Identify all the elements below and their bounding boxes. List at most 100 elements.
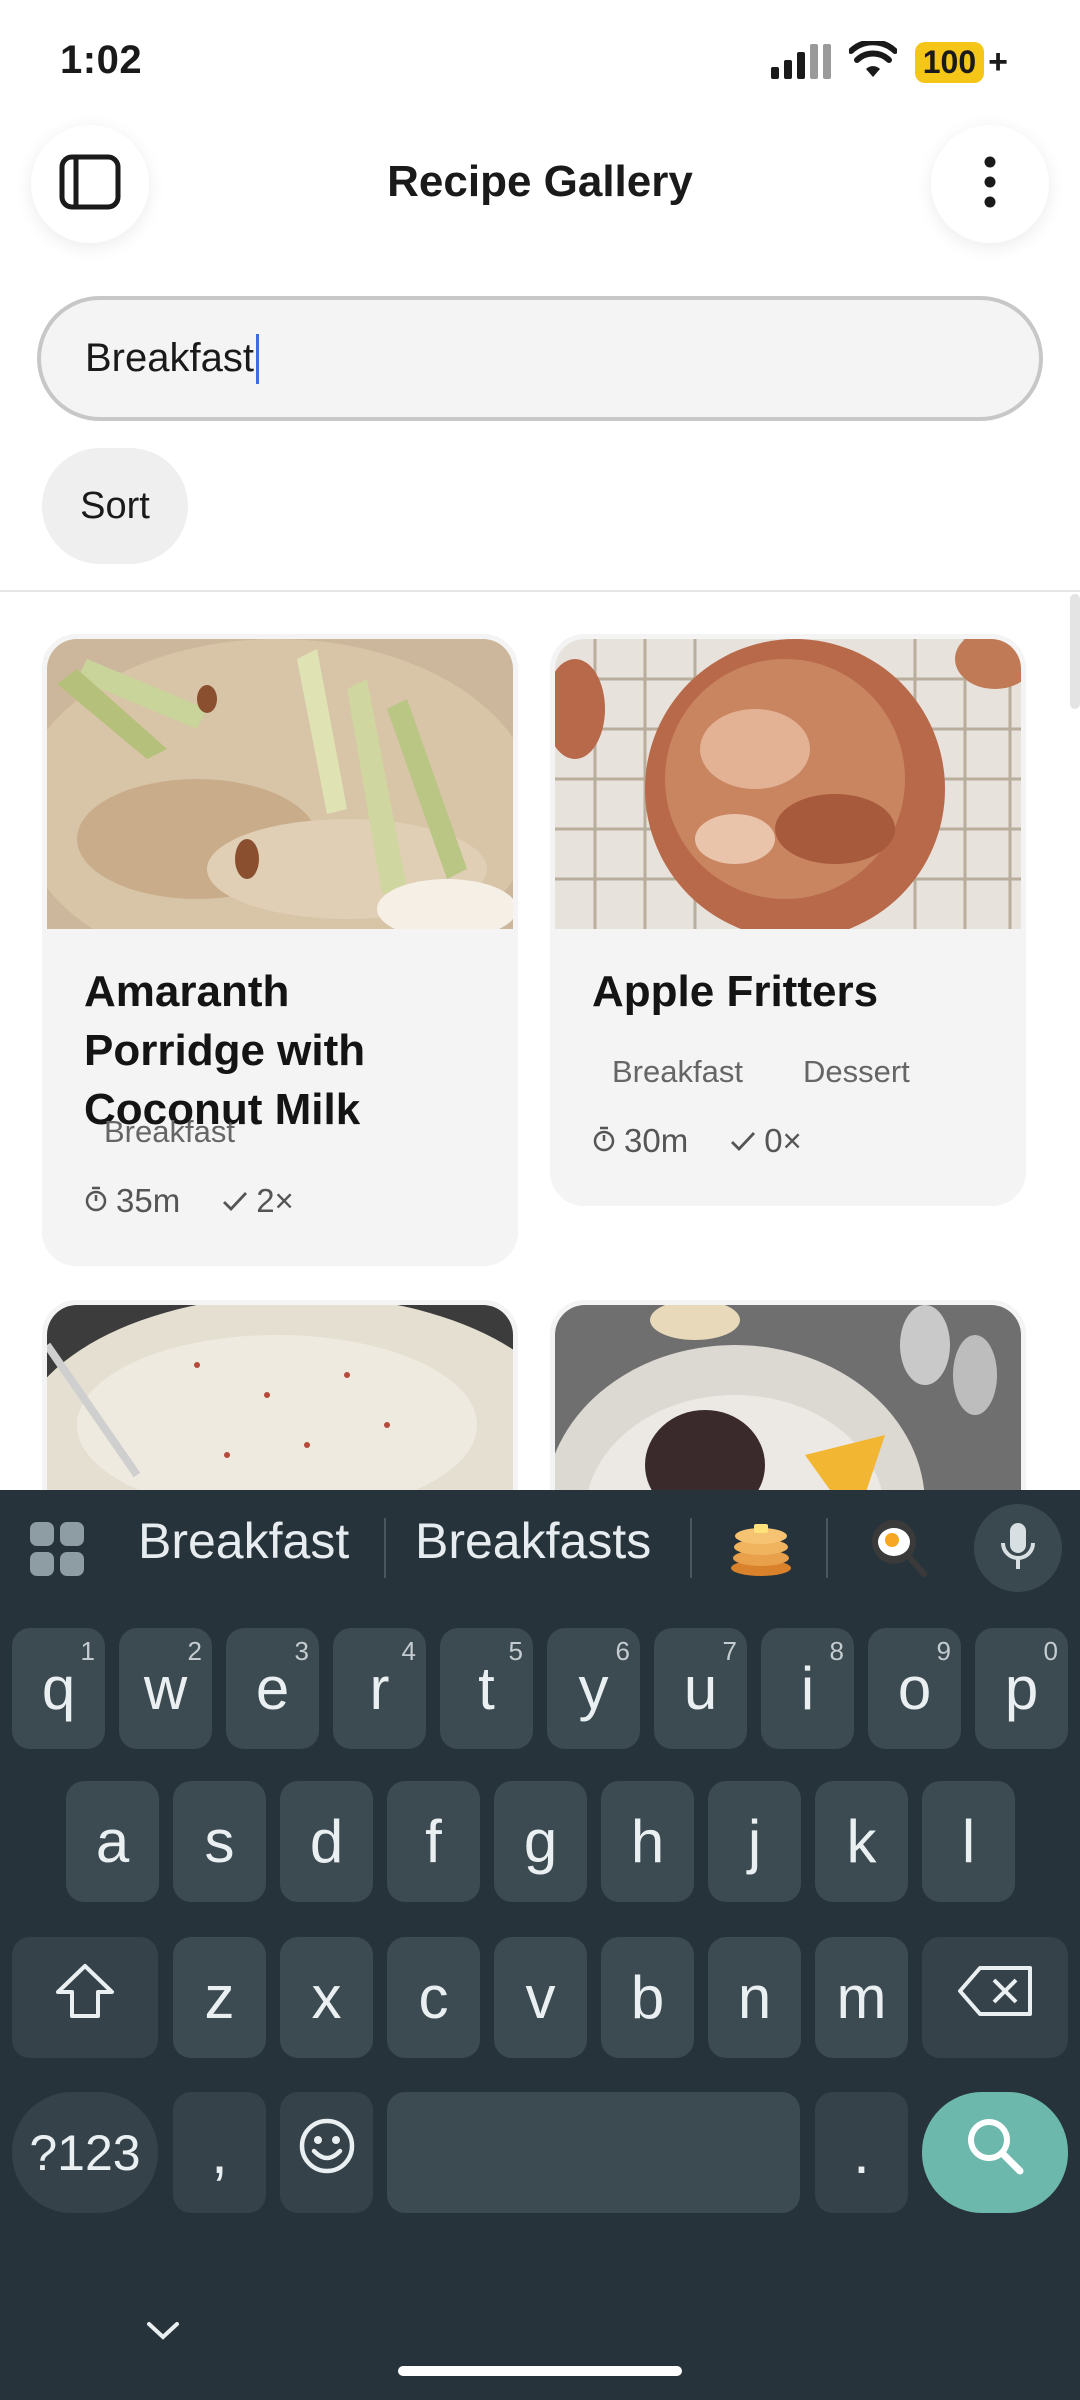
- emoji-key[interactable]: [280, 2092, 373, 2213]
- key-k[interactable]: k: [815, 1781, 908, 1902]
- shift-icon: [54, 1962, 116, 2034]
- suggestion-separator: [826, 1518, 828, 1578]
- key-label: m: [836, 1964, 887, 2031]
- key-b[interactable]: b: [601, 1937, 694, 2058]
- key-h[interactable]: h: [601, 1781, 694, 1902]
- divider: [0, 590, 1080, 592]
- check-icon: [730, 1122, 756, 1160]
- search-icon: [964, 2115, 1026, 2191]
- key-y[interactable]: y6: [547, 1628, 640, 1749]
- cook-time-value: 30m: [624, 1122, 689, 1159]
- key-label: e: [255, 1655, 290, 1722]
- page-title: Recipe Gallery: [387, 157, 693, 206]
- suggestion-bar: Breakfast Breakfasts: [0, 1490, 1080, 1602]
- key-a[interactable]: a: [66, 1781, 159, 1902]
- emoji-icon: [298, 2117, 356, 2189]
- space-key[interactable]: [387, 2092, 800, 2213]
- comma-key[interactable]: ,: [173, 2092, 266, 2213]
- recipe-image: [555, 639, 1021, 929]
- key-r[interactable]: r4: [333, 1628, 426, 1749]
- key-hint: 8: [829, 1636, 844, 1666]
- search-action-key[interactable]: [922, 2092, 1068, 2213]
- key-label: t: [478, 1655, 495, 1722]
- apps-grid-icon[interactable]: [28, 1520, 86, 1583]
- key-label: l: [961, 1808, 976, 1875]
- key-label: r: [369, 1655, 390, 1722]
- suggestion-separator: [384, 1518, 386, 1578]
- recipe-tag[interactable]: Breakfast: [592, 1048, 763, 1096]
- recipe-tags: Breakfast: [84, 1108, 255, 1156]
- key-i[interactable]: i8: [761, 1628, 854, 1749]
- timer-icon: [84, 1182, 108, 1220]
- pancakes-emoji-suggestion[interactable]: [728, 1516, 794, 1583]
- made-count: 2×: [222, 1182, 294, 1220]
- period-key[interactable]: .: [815, 2092, 908, 2213]
- recipe-tag[interactable]: Breakfast: [84, 1108, 255, 1156]
- search-input[interactable]: Breakfast: [37, 296, 1043, 421]
- recipe-tag[interactable]: Dessert: [783, 1048, 930, 1096]
- key-w[interactable]: w2: [119, 1628, 212, 1749]
- made-count: 0×: [730, 1122, 802, 1160]
- key-n[interactable]: n: [708, 1937, 801, 2058]
- key-label: x: [311, 1964, 342, 2031]
- more-vertical-icon: [982, 156, 998, 213]
- home-indicator[interactable]: [398, 2366, 682, 2376]
- key-label: i: [800, 1655, 815, 1722]
- key-hint: 4: [401, 1636, 416, 1666]
- key-p[interactable]: p0: [975, 1628, 1068, 1749]
- suggestion-item[interactable]: Breakfast: [138, 1512, 349, 1570]
- suggestion-item[interactable]: Breakfasts: [415, 1512, 651, 1570]
- key-label: y: [578, 1655, 609, 1722]
- recipe-title: Apple Fritters: [592, 967, 879, 1016]
- more-options-button[interactable]: [931, 125, 1049, 243]
- voice-input-button[interactable]: [974, 1504, 1062, 1592]
- recipe-meta: 30m 0×: [592, 1122, 802, 1160]
- key-label: h: [630, 1808, 665, 1875]
- key-d[interactable]: d: [280, 1781, 373, 1902]
- key-t[interactable]: t5: [440, 1628, 533, 1749]
- keyboard: Breakfast Breakfasts q 1 w 2 e 3 r 4 t 5…: [0, 1490, 1080, 2400]
- sort-button[interactable]: Sort: [42, 448, 188, 564]
- backspace-key[interactable]: [922, 1937, 1068, 2058]
- scrollbar[interactable]: [1070, 594, 1080, 709]
- key-u[interactable]: u7: [654, 1628, 747, 1749]
- wifi-icon: [847, 38, 898, 84]
- key-x[interactable]: x: [280, 1937, 373, 2058]
- key-label: n: [737, 1964, 772, 2031]
- fried-egg-emoji-suggestion[interactable]: [868, 1516, 928, 1583]
- key-hint: 7: [722, 1636, 737, 1666]
- microphone-icon: [1000, 1521, 1036, 1576]
- key-label: p: [1004, 1655, 1039, 1722]
- key-m[interactable]: m: [815, 1937, 908, 2058]
- key-z[interactable]: z: [173, 1937, 266, 2058]
- status-icons: 100 +: [769, 38, 1008, 84]
- key-label: k: [846, 1808, 877, 1875]
- key-j[interactable]: j: [708, 1781, 801, 1902]
- recipe-card[interactable]: Amaranth Porridge with Coconut Milk Brea…: [42, 634, 518, 1266]
- backspace-icon: [956, 1963, 1034, 2032]
- signal-icon: [769, 41, 831, 84]
- hide-keyboard-chevron-icon[interactable]: [146, 2320, 180, 2347]
- key-hint: 6: [615, 1636, 630, 1666]
- recipe-card[interactable]: Apple Fritters Breakfast Dessert 30m 0×: [550, 634, 1026, 1206]
- timer-icon: [592, 1122, 616, 1160]
- key-o[interactable]: o9: [868, 1628, 961, 1749]
- made-count-value: 0×: [764, 1122, 802, 1159]
- recipe-tags: Breakfast Dessert: [592, 1048, 930, 1096]
- key-g[interactable]: g: [494, 1781, 587, 1902]
- key-hint: 5: [508, 1636, 523, 1666]
- key-v[interactable]: v: [494, 1937, 587, 2058]
- key-q[interactable]: q1: [12, 1628, 105, 1749]
- key-label: q: [41, 1655, 76, 1722]
- symbols-key[interactable]: ?123: [12, 2092, 158, 2213]
- recipe-image: [47, 639, 513, 929]
- status-time: 1:02: [60, 38, 143, 82]
- key-c[interactable]: c: [387, 1937, 480, 2058]
- shift-key[interactable]: [12, 1937, 158, 2058]
- key-f[interactable]: f: [387, 1781, 480, 1902]
- suggestion-separator: [690, 1518, 692, 1578]
- key-e[interactable]: e3: [226, 1628, 319, 1749]
- key-l[interactable]: l: [922, 1781, 1015, 1902]
- check-icon: [222, 1182, 248, 1220]
- key-s[interactable]: s: [173, 1781, 266, 1902]
